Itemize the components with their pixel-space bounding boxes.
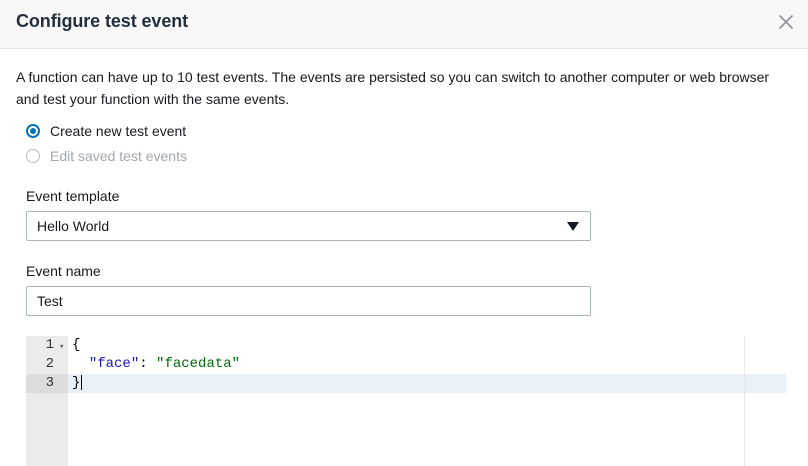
radio-selected-icon[interactable] — [26, 124, 40, 138]
caret-down-icon — [567, 222, 579, 231]
code-json-key: "face" — [88, 356, 140, 372]
close-icon[interactable] — [776, 12, 796, 32]
editor-print-margin — [744, 336, 745, 466]
radio-label-edit-saved: Edit saved test events — [50, 148, 187, 164]
radio-edit-saved-test-events: Edit saved test events — [26, 146, 187, 166]
line-number: 2 — [45, 356, 54, 372]
event-template-value: Hello World — [37, 218, 110, 234]
code-line-1: { — [72, 336, 80, 355]
code-line-2: "face": "facedata" — [72, 355, 240, 374]
event-name-input[interactable] — [26, 286, 591, 316]
text-cursor — [81, 374, 83, 390]
code-brace-open: { — [72, 337, 81, 353]
event-template-select[interactable]: Hello World — [26, 211, 591, 241]
line-number: 3 — [45, 375, 54, 391]
radio-unselected-icon — [26, 149, 40, 163]
dialog-header: Configure test event — [0, 0, 808, 49]
editor-active-line — [68, 374, 786, 393]
radio-label-create-new: Create new test event — [50, 123, 187, 139]
event-name-label: Event name — [26, 263, 101, 279]
event-template-label: Event template — [26, 188, 120, 204]
configure-test-event-dialog: Configure test event A function can have… — [0, 0, 808, 466]
fold-toggle-icon[interactable]: ▾ — [59, 338, 64, 357]
code-separator: : — [139, 356, 157, 372]
dialog-description: A function can have up to 10 test events… — [16, 69, 770, 107]
code-editor[interactable]: 1 ▾ 2 3 { "face": "facedata" } — [26, 336, 786, 466]
radio-create-new-test-event[interactable]: Create new test event — [26, 121, 186, 141]
code-brace-close: } — [72, 375, 81, 391]
code-line-3: } — [72, 374, 83, 393]
code-json-value: "facedata" — [156, 356, 241, 372]
line-number: 1 — [45, 337, 54, 353]
dialog-title: Configure test event — [16, 11, 189, 31]
